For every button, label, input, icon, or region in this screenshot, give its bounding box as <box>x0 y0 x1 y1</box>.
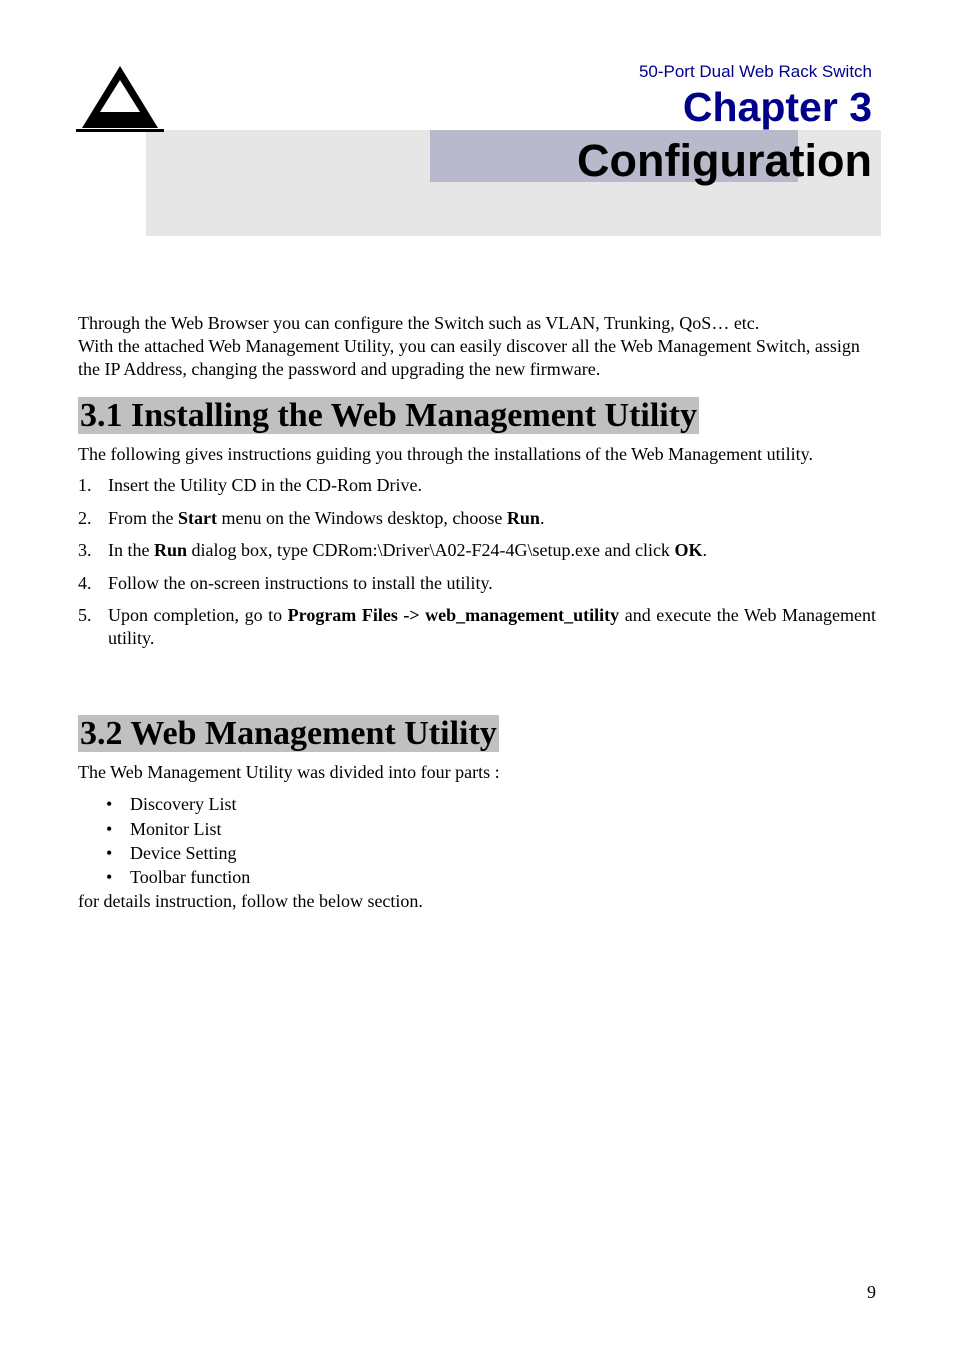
intro-line-2: With the attached Web Management Utility… <box>78 336 860 379</box>
step-text: menu on the Windows desktop, choose <box>217 508 507 528</box>
section-3-1: 3.1 Installing the Web Management Utilit… <box>78 397 876 651</box>
section-desc-3-1: The following gives instructions guiding… <box>78 443 876 466</box>
step-text: Upon completion, go to <box>108 605 288 625</box>
step-bold: OK <box>674 540 702 560</box>
list-item: Device Setting <box>130 841 876 865</box>
step-text: . <box>540 508 545 528</box>
step-bold: Start <box>178 508 217 528</box>
install-steps-list: Insert the Utility CD in the CD-Rom Driv… <box>78 474 876 650</box>
section-heading-3-1: 3.1 Installing the Web Management Utilit… <box>78 397 699 434</box>
step-text: From the <box>108 508 178 528</box>
utility-parts-list: Discovery List Monitor List Device Setti… <box>78 792 876 889</box>
list-item: Discovery List <box>130 792 876 816</box>
list-item: Toolbar function <box>130 865 876 889</box>
install-step-4: Follow the on-screen instructions to ins… <box>78 572 876 595</box>
header-block: 50-Port Dual Web Rack Switch Chapter 3 C… <box>146 62 876 187</box>
step-text: Follow the on-screen instructions to ins… <box>108 573 493 593</box>
step-text: dialog box, type CDRom:\Driver\A02-F24-4… <box>187 540 674 560</box>
list-item: Monitor List <box>130 817 876 841</box>
install-step-3: In the Run dialog box, type CDRom:\Drive… <box>78 539 876 562</box>
step-text: In the <box>108 540 154 560</box>
install-step-5: Upon completion, go to Program Files -> … <box>78 604 876 651</box>
chapter-label: Chapter 3 <box>146 84 876 131</box>
install-step-1: Insert the Utility CD in the CD-Rom Driv… <box>78 474 876 497</box>
step-text: Insert the Utility CD in the CD-Rom Driv… <box>108 475 422 495</box>
product-name: 50-Port Dual Web Rack Switch <box>146 62 876 82</box>
section-desc-3-2: The Web Management Utility was divided i… <box>78 761 876 784</box>
install-step-2: From the Start menu on the Windows deskt… <box>78 507 876 530</box>
page-number: 9 <box>867 1282 876 1303</box>
page-content: Through the Web Browser you can configur… <box>78 312 876 914</box>
step-bold: Run <box>507 508 540 528</box>
step-bold: Run <box>154 540 187 560</box>
chapter-title: Configuration <box>146 135 876 187</box>
section-footer-3-2: for details instruction, follow the belo… <box>78 890 876 913</box>
section-3-2: 3.2 Web Management Utility The Web Manag… <box>78 715 876 914</box>
section-heading-3-2: 3.2 Web Management Utility <box>78 715 499 752</box>
step-text: . <box>702 540 707 560</box>
intro-paragraph: Through the Web Browser you can configur… <box>78 312 876 381</box>
step-bold: Program Files -> web_management_utility <box>288 605 620 625</box>
intro-line-1: Through the Web Browser you can configur… <box>78 313 759 333</box>
